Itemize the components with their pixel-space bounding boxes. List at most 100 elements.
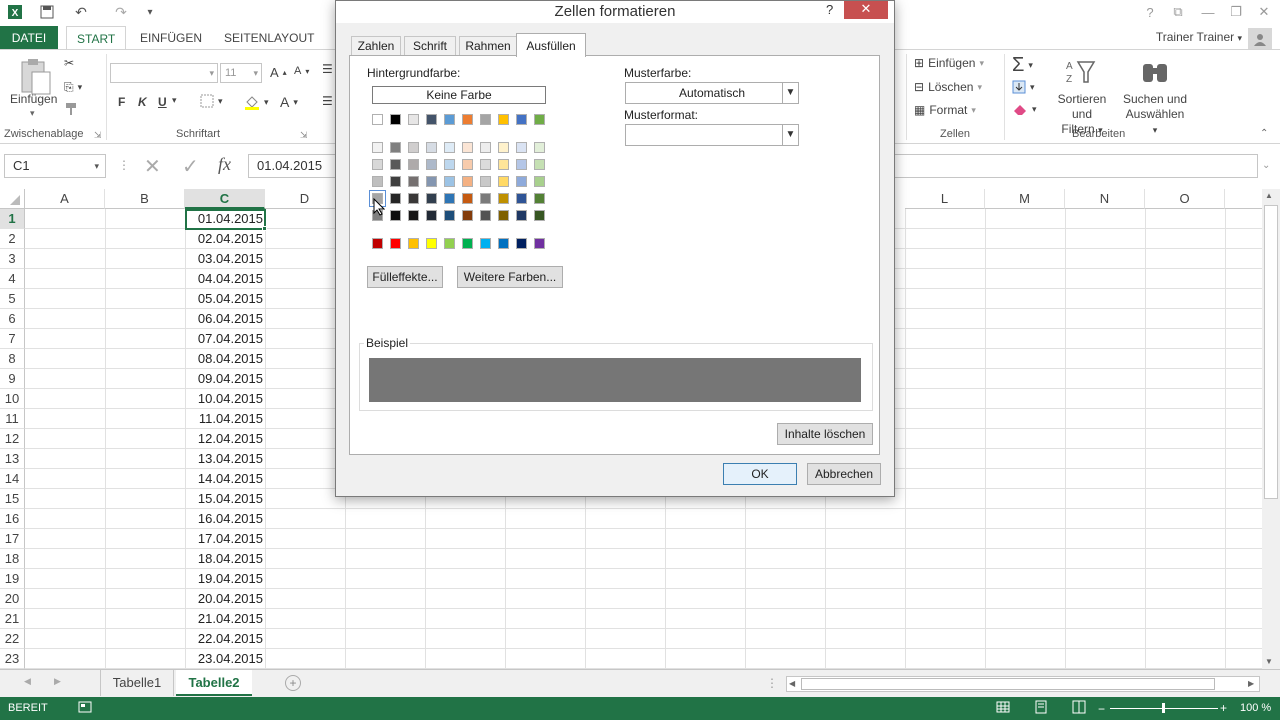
color-swatch[interactable] (516, 193, 527, 204)
italic-button[interactable]: K (138, 95, 147, 109)
color-swatch[interactable] (480, 210, 491, 221)
table-cell[interactable]: 19.04.2015 (186, 569, 266, 589)
vertical-scroll-thumb[interactable] (1264, 205, 1278, 499)
dialog-close-button[interactable]: ✕ (844, 1, 888, 19)
color-swatch[interactable] (408, 210, 419, 221)
macro-record-icon[interactable] (78, 701, 92, 716)
color-swatch[interactable] (498, 142, 509, 153)
color-swatch[interactable] (498, 176, 509, 187)
row-header[interactable]: 4 (0, 269, 25, 289)
more-colors-button[interactable]: Weitere Farben... (457, 266, 563, 288)
table-cell[interactable]: 21.04.2015 (186, 609, 266, 629)
delete-cells-button[interactable]: ⊟ Löschen ▾ (914, 80, 982, 94)
column-header-b[interactable]: B (105, 189, 185, 209)
color-swatch[interactable] (516, 142, 527, 153)
row-header[interactable]: 21 (0, 609, 25, 629)
chevron-down-icon[interactable]: ▾ (30, 108, 35, 119)
table-cell[interactable]: 16.04.2015 (186, 509, 266, 529)
row-header[interactable]: 15 (0, 489, 25, 509)
insert-cells-button[interactable]: ⊞ Einfügen ▾ (914, 56, 984, 70)
tab-seitenlayout[interactable]: SEITENLAYOUT (214, 26, 324, 50)
color-swatch[interactable] (480, 193, 491, 204)
zoom-in-icon[interactable]: + (1220, 701, 1227, 715)
row-header[interactable]: 18 (0, 549, 25, 569)
scroll-left-icon[interactable]: ◀ (789, 679, 795, 688)
increase-font-icon[interactable]: A ▴ (270, 65, 287, 80)
color-swatch[interactable] (426, 210, 437, 221)
font-name-input[interactable]: ▾ (110, 63, 218, 83)
color-swatch[interactable] (534, 238, 545, 249)
clear-icon[interactable]: ▾ (1012, 103, 1037, 115)
color-swatch[interactable] (534, 193, 545, 204)
cut-icon[interactable]: ✂ (64, 56, 74, 70)
row-header[interactable]: 7 (0, 329, 25, 349)
sheet-tab-tabelle1[interactable]: Tabelle1 (100, 670, 174, 696)
align-top-icon[interactable]: ☰ (322, 62, 333, 76)
table-cell[interactable]: 17.04.2015 (186, 529, 266, 549)
table-cell[interactable]: 18.04.2015 (186, 549, 266, 569)
border-icon[interactable]: ▾ (200, 94, 223, 108)
color-swatch[interactable] (444, 210, 455, 221)
help-icon[interactable]: ? (1136, 2, 1164, 22)
table-cell[interactable]: 03.04.2015 (186, 249, 266, 269)
row-header[interactable]: 9 (0, 369, 25, 389)
row-header[interactable]: 13 (0, 449, 25, 469)
color-swatch[interactable] (390, 238, 401, 249)
color-swatch[interactable] (426, 114, 437, 125)
color-swatch[interactable] (390, 193, 401, 204)
color-swatch[interactable] (498, 193, 509, 204)
dialog-tab-ausfuellen[interactable]: Ausfüllen (516, 33, 586, 57)
color-swatch[interactable] (372, 159, 383, 170)
name-box[interactable]: C1 ▾ (4, 154, 106, 178)
color-swatch[interactable] (462, 238, 473, 249)
color-swatch[interactable] (534, 114, 545, 125)
column-header-n[interactable]: N (1065, 189, 1145, 209)
table-cell[interactable]: 23.04.2015 (186, 649, 266, 669)
color-swatch[interactable] (480, 159, 491, 170)
color-swatch[interactable] (372, 176, 383, 187)
horizontal-scrollbar[interactable]: ◀ ▶ (786, 676, 1260, 692)
customize-qat-icon[interactable]: ▾ (142, 2, 158, 22)
table-cell[interactable]: 10.04.2015 (186, 389, 266, 409)
page-layout-view-icon[interactable] (1034, 700, 1048, 717)
color-swatch[interactable] (408, 238, 419, 249)
close-window-icon[interactable]: ✕ (1250, 2, 1278, 22)
row-header[interactable]: 8 (0, 349, 25, 369)
table-cell[interactable]: 09.04.2015 (186, 369, 266, 389)
font-color-icon[interactable]: A ▾ (280, 94, 298, 110)
dialog-tab-zahlen[interactable]: Zahlen (351, 36, 401, 56)
paste-icon[interactable] (18, 58, 52, 96)
copy-icon[interactable]: ⎘ ▾ (64, 80, 82, 95)
column-header-d[interactable]: D (265, 189, 345, 209)
chevron-down-icon[interactable]: ▾ (172, 95, 177, 106)
redo-icon[interactable]: ↷ (106, 2, 136, 22)
clear-button[interactable]: Inhalte löschen (777, 423, 873, 445)
color-swatch[interactable] (372, 114, 383, 125)
color-swatch[interactable] (444, 159, 455, 170)
color-swatch[interactable] (462, 176, 473, 187)
table-cell[interactable]: 07.04.2015 (186, 329, 266, 349)
sheet-next-icon[interactable]: ▶ (54, 676, 61, 687)
color-swatch[interactable] (444, 176, 455, 187)
color-swatch[interactable] (390, 159, 401, 170)
color-swatch[interactable] (480, 142, 491, 153)
row-header[interactable]: 23 (0, 649, 25, 669)
dialog-launcher-icon[interactable]: ⇲ (94, 130, 102, 141)
tab-start[interactable]: START (66, 26, 127, 50)
color-swatch[interactable] (462, 142, 473, 153)
format-painter-icon[interactable] (64, 102, 78, 116)
format-cells-button[interactable]: ▦ Format ▾ (914, 103, 976, 117)
color-swatch[interactable] (516, 114, 527, 125)
cancel-button[interactable]: Abbrechen (807, 463, 881, 485)
vertical-scrollbar[interactable]: ▲ ▼ (1262, 189, 1280, 669)
color-swatch[interactable] (444, 114, 455, 125)
scroll-right-icon[interactable]: ▶ (1248, 679, 1254, 688)
user-avatar-icon[interactable] (1248, 28, 1272, 50)
autosum-icon[interactable]: Σ ▾ (1012, 54, 1033, 77)
zoom-slider-thumb[interactable] (1162, 703, 1165, 713)
dialog-help-icon[interactable]: ? (826, 1, 840, 21)
bold-button[interactable]: F (118, 95, 125, 109)
sheet-prev-icon[interactable]: ◀ (24, 676, 31, 687)
color-swatch[interactable] (498, 114, 509, 125)
column-header-o[interactable]: O (1145, 189, 1225, 209)
